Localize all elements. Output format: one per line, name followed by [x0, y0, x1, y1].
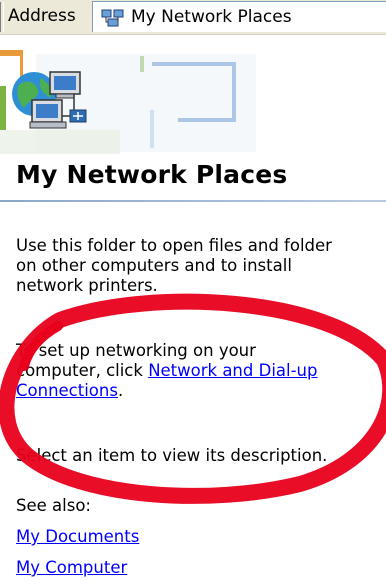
setup-line: To set up networking on your — [16, 341, 256, 360]
banner-graphic — [0, 50, 256, 154]
setup-suffix: . — [117, 381, 124, 400]
my-documents-link[interactable]: My Documents — [16, 527, 139, 547]
intro-line: Use this folder to open files and folder — [16, 236, 332, 255]
title-divider — [0, 200, 386, 202]
intro-paragraph: Use this folder to open files and folder… — [16, 236, 386, 296]
description-hint: Select an item to view its description. — [16, 446, 328, 465]
page-title: My Network Places — [16, 160, 288, 189]
banner-green-bar — [0, 86, 6, 130]
banner-orange-bar — [0, 50, 20, 56]
setup-prefix: computer, click — [16, 361, 149, 380]
setup-paragraph: To set up networking on your computer, c… — [16, 341, 386, 401]
address-label: Address — [8, 6, 76, 26]
address-field[interactable]: My Network Places — [92, 1, 386, 32]
network-places-icon — [101, 9, 124, 27]
address-bar-separator — [0, 2, 4, 32]
intro-line: network printers. — [16, 276, 158, 295]
address-value: My Network Places — [131, 7, 292, 27]
address-bar: Address My Network Places — [0, 0, 386, 35]
my-computer-link[interactable]: My Computer — [16, 558, 127, 578]
setup-line: computer, click Network and Dial-up — [16, 361, 386, 381]
setup-line: Connections. — [16, 381, 386, 401]
intro-line: on other computers and to install — [16, 256, 292, 275]
see-also-label: See also: — [16, 496, 91, 515]
network-dialup-link-continued[interactable]: Connections — [16, 381, 118, 400]
network-dialup-link[interactable]: Network and Dial-up — [148, 361, 317, 380]
